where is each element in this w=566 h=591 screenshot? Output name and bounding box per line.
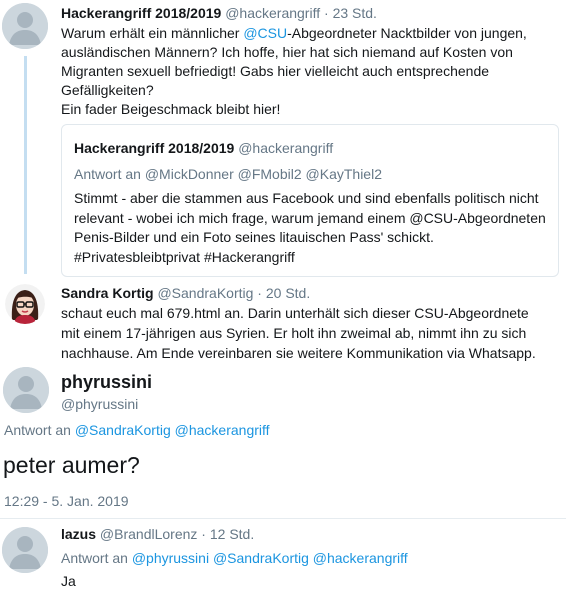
thread-line [24, 56, 27, 274]
default-profile-icon [3, 367, 49, 413]
tweet-text: schaut euch mal 679.html an. Darin unter… [61, 305, 536, 361]
author-handle[interactable]: @hackerangriff [225, 5, 320, 21]
avatar[interactable] [2, 3, 48, 49]
mention-link[interactable]: @CSU [243, 25, 287, 41]
separator-dot: · [257, 285, 262, 301]
avatar[interactable] [5, 284, 45, 324]
author-name[interactable]: lazus [61, 526, 96, 542]
tweet-text: Ja [61, 573, 76, 589]
default-profile-icon [2, 3, 48, 49]
tweet-time[interactable]: 20 Std. [266, 285, 310, 301]
separator-dot: · [201, 526, 206, 542]
tweet-header: Sandra Kortig @SandraKortig · 20 Std. [61, 285, 310, 301]
author-name[interactable]: Hackerangriff 2018/2019 [61, 5, 221, 21]
tweet-text-line: Ein fader Beigeschmack bleibt hier! [61, 101, 281, 117]
author-handle[interactable]: @BrandlLorenz [100, 526, 198, 542]
tweet-text-part: Warum erhält ein männlicher [61, 25, 244, 41]
tweet-time[interactable]: 12 Std. [210, 526, 254, 542]
author-name[interactable]: Sandra Kortig [61, 285, 154, 301]
reply-to-handles[interactable]: @SandraKortig @hackerangriff [75, 422, 270, 438]
author-handle[interactable]: @SandraKortig [157, 285, 253, 301]
quoted-author-handle: @hackerangriff [238, 140, 334, 156]
reply-prefix: Antwort an [61, 550, 128, 566]
reply-to-handles[interactable]: @phyrussini @SandraKortig @hackerangriff [132, 550, 408, 566]
reply-prefix: Antwort an [74, 166, 141, 182]
divider [0, 518, 566, 519]
woman-glasses-avatar [5, 284, 45, 324]
quoted-text: Stimmt - aber die stammen aus Facebook u… [74, 190, 546, 265]
quoted-tweet[interactable]: Hackerangriff 2018/2019 @hackerangriff A… [61, 124, 559, 277]
quoted-author-name: Hackerangriff 2018/2019 [74, 140, 235, 156]
tweet-header: Hackerangriff 2018/2019 @hackerangriff ·… [61, 5, 377, 21]
author-handle[interactable]: @phyrussini [61, 396, 138, 412]
author-name[interactable]: phyrussini [61, 372, 152, 393]
reply-prefix: Antwort an [4, 422, 71, 438]
reply-to-handles: @MickDonner @FMobil2 @KayThiel2 [144, 166, 382, 182]
separator-dot: · [324, 5, 329, 21]
tweet-header: lazus @BrandlLorenz · 12 Std. [61, 526, 254, 542]
tweet-text: Warum erhält ein männlicher @CSU-Abgeord… [61, 24, 531, 119]
quoted-header: Hackerangriff 2018/2019 @hackerangriff [74, 140, 333, 156]
tweet-time[interactable]: 23 Std. [333, 5, 377, 21]
quoted-reply-to: Antwort an @MickDonner @FMobil2 @KayThie… [74, 166, 382, 182]
tweet-timestamp[interactable]: 12:29 - 5. Jan. 2019 [4, 493, 129, 509]
avatar[interactable] [3, 367, 49, 413]
default-profile-icon [2, 527, 48, 573]
reply-to-line: Antwort an @SandraKortig @hackerangriff [4, 422, 270, 438]
tweet-text: peter aumer? [3, 452, 140, 478]
reply-to-line: Antwort an @phyrussini @SandraKortig @ha… [61, 550, 408, 566]
avatar[interactable] [2, 527, 48, 573]
